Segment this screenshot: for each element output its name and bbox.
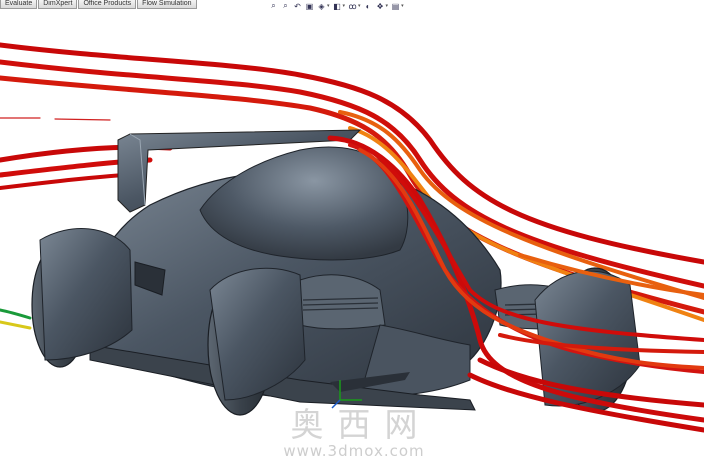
tab-office-products[interactable]: Office Products [78,0,137,9]
watermark-chinese: 奥西网 [290,405,432,444]
chevron-down-icon[interactable]: ▾ [401,3,404,9]
edit-appearance-icon[interactable]: ◐ [364,2,373,11]
section-view-icon[interactable]: ▣ [305,2,314,11]
apply-scene-icon[interactable]: ❖ [376,2,385,11]
previous-view-icon[interactable]: ↶ [293,2,302,11]
tab-evaluate[interactable]: Evaluate [0,0,38,9]
tab-dimxpert[interactable]: DimXpert [38,0,78,9]
display-style-icon[interactable]: ◧ [333,2,342,11]
watermark-url: www.3dmox.com [283,442,425,460]
view-orientation-icon[interactable]: ◈ [317,2,326,11]
heads-up-view-toolbar: ⌕ ⌕ ↶ ▣ ◈ ▾ ◧ ▾ ꝏ ▾ ◐ ❖ ▾ ▤ ▾ [269,0,404,12]
chevron-down-icon[interactable]: ▾ [358,3,361,9]
chevron-down-icon[interactable]: ▾ [327,3,330,9]
zoom-to-area-icon[interactable]: ⌕ [281,1,290,11]
graphics-viewport[interactable] [0,0,704,469]
zoom-to-fit-icon[interactable]: ⌕ [269,1,278,11]
command-manager-tabs: Evaluate DimXpert Office Products Flow S… [0,0,198,9]
chevron-down-icon[interactable]: ▾ [386,3,389,9]
watermark: 奥西网 www.3dmox.com [270,405,438,461]
chevron-down-icon[interactable]: ▾ [343,3,346,9]
flow-simulation-scene [0,42,704,433]
tab-flow-simulation[interactable]: Flow Simulation [137,0,197,9]
race-car-model [31,129,641,416]
hide-show-items-icon[interactable]: ꝏ [348,2,357,11]
view-settings-icon[interactable]: ▤ [391,2,400,11]
